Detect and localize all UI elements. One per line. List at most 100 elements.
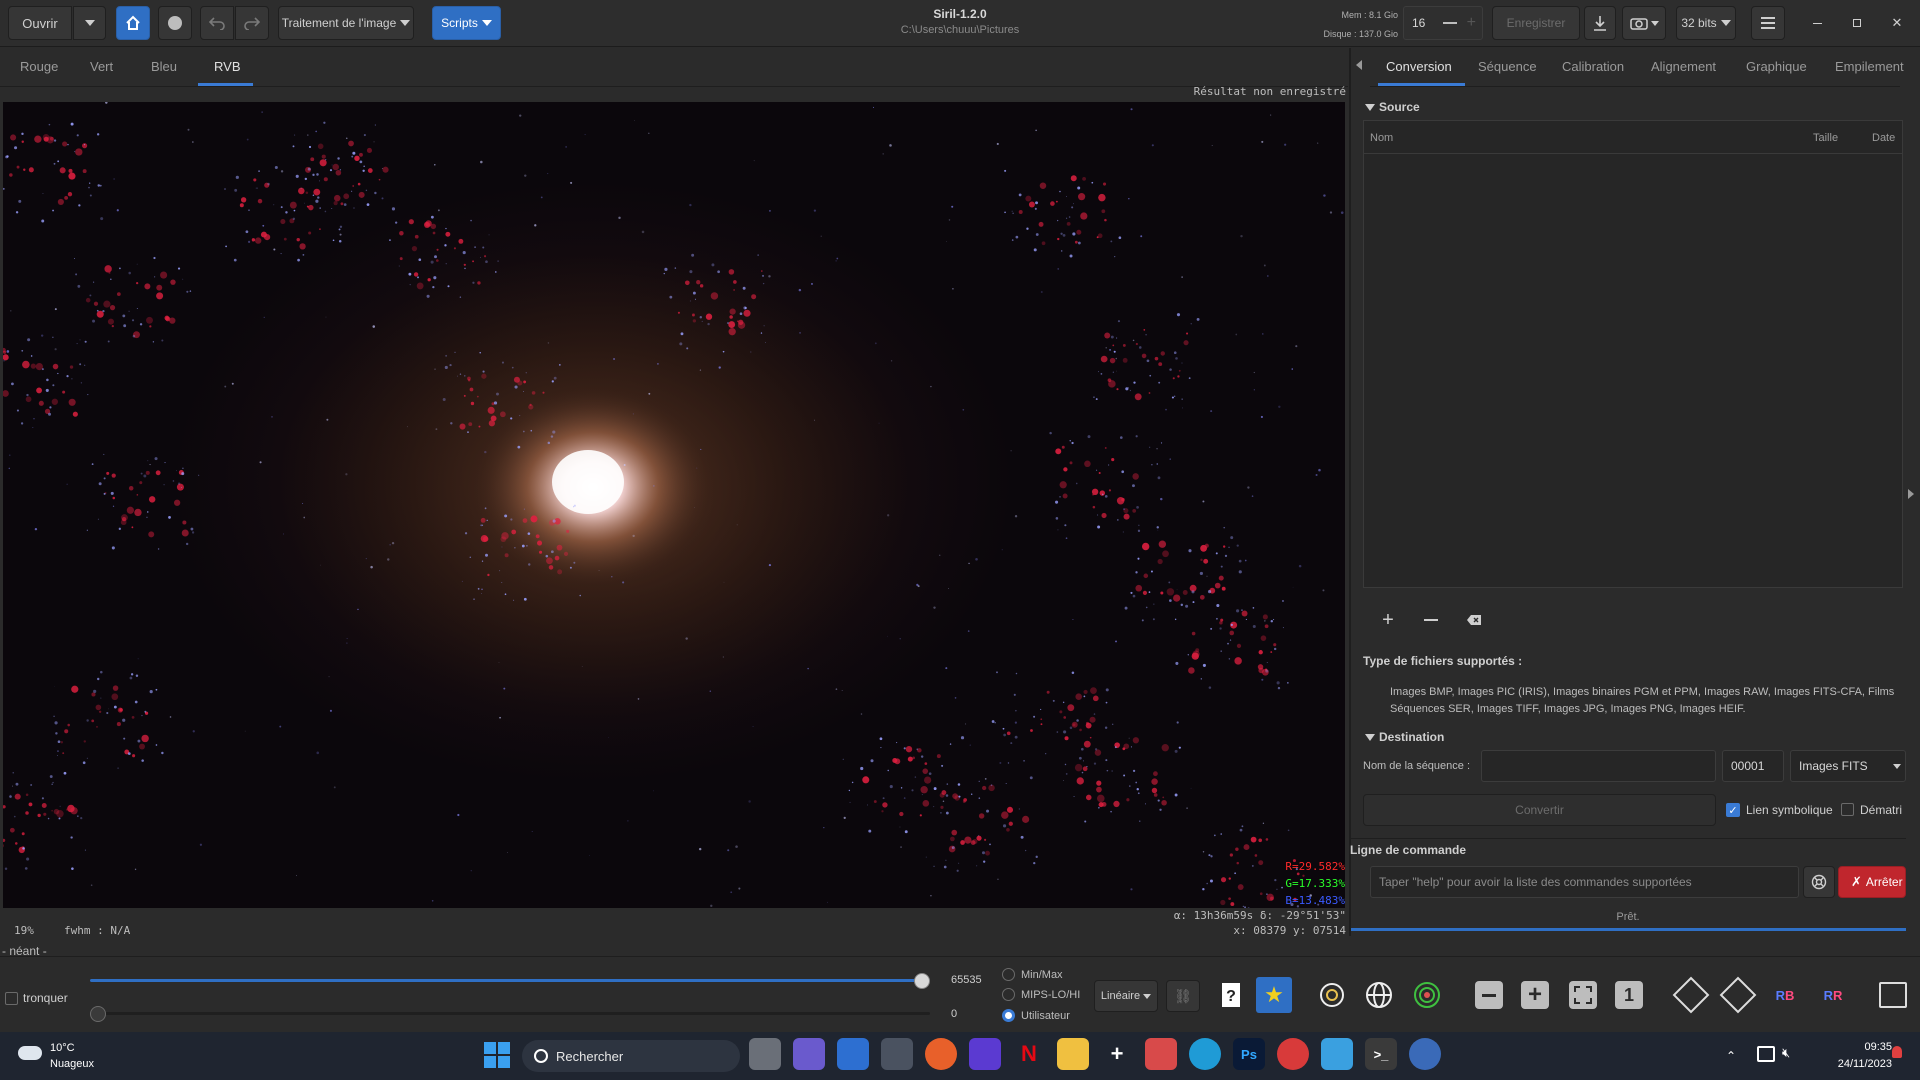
tab-stacking[interactable]: Empilement bbox=[1835, 50, 1904, 82]
tab-calibration[interactable]: Calibration bbox=[1562, 50, 1624, 82]
plus-app-icon[interactable]: + bbox=[1101, 1038, 1133, 1070]
high-slider-handle[interactable] bbox=[914, 973, 930, 989]
symlink-checkbox[interactable]: ✓ bbox=[1726, 803, 1740, 817]
clip-checkbox[interactable] bbox=[5, 992, 18, 1005]
start-index-input[interactable]: 00001 bbox=[1722, 750, 1784, 782]
notifications-icon[interactable] bbox=[1892, 1046, 1902, 1058]
star bbox=[514, 547, 516, 549]
scripts-menu[interactable]: Scripts bbox=[432, 6, 501, 40]
rotate-right-button[interactable] bbox=[1719, 976, 1757, 1014]
tool-button-1[interactable]: ? bbox=[1213, 977, 1249, 1013]
tab-blue[interactable]: Bleu bbox=[151, 50, 177, 82]
volume-muted-icon[interactable]: 🔇︎ bbox=[1782, 1045, 1790, 1061]
close-button[interactable]: ✕ bbox=[1880, 6, 1914, 40]
column-name[interactable]: Nom bbox=[1370, 132, 1393, 144]
snapshot-button[interactable] bbox=[1622, 6, 1666, 40]
tab-plot[interactable]: Graphique bbox=[1746, 50, 1807, 82]
tool-button-4[interactable] bbox=[1361, 977, 1397, 1013]
image-info-button[interactable] bbox=[1875, 977, 1911, 1013]
command-help-button[interactable] bbox=[1803, 866, 1835, 898]
firefox-icon[interactable] bbox=[925, 1038, 957, 1070]
column-size[interactable]: Taille bbox=[1813, 132, 1838, 144]
record-button[interactable] bbox=[158, 6, 192, 40]
bit-depth-selector[interactable]: 32 bits bbox=[1676, 6, 1736, 40]
netflix-icon[interactable]: N bbox=[1013, 1038, 1045, 1070]
threads-spinner[interactable]: 16 + bbox=[1403, 6, 1483, 40]
clear-list-button[interactable] bbox=[1463, 609, 1485, 631]
snipping-tool-icon[interactable] bbox=[1145, 1038, 1177, 1070]
mode-minmax-radio[interactable]: Min/Max bbox=[1002, 968, 1063, 981]
rotate-left-button[interactable] bbox=[1672, 976, 1710, 1014]
mode-user-radio[interactable]: Utilisateur bbox=[1002, 1009, 1070, 1022]
edge-icon[interactable] bbox=[1189, 1038, 1221, 1070]
tray-chevron-icon[interactable]: ⌃ bbox=[1726, 1049, 1736, 1063]
start-button[interactable] bbox=[484, 1042, 510, 1068]
teams-icon[interactable] bbox=[793, 1038, 825, 1070]
terminal-icon[interactable]: >_ bbox=[1365, 1038, 1397, 1070]
add-files-button[interactable]: + bbox=[1377, 609, 1399, 631]
mirror-x-button[interactable]: RB bbox=[1767, 977, 1803, 1013]
destination-expander[interactable]: Destination bbox=[1365, 730, 1444, 744]
tab-registration[interactable]: Alignement bbox=[1651, 50, 1716, 82]
save-button[interactable]: Enregistrer bbox=[1492, 6, 1580, 40]
collapse-panel-arrow[interactable] bbox=[1356, 60, 1362, 70]
file-explorer-icon[interactable] bbox=[1057, 1038, 1089, 1070]
low-slider-handle[interactable] bbox=[90, 1006, 106, 1022]
taskbar-search[interactable]: Rechercher bbox=[522, 1040, 740, 1072]
zoom-fit-button[interactable] bbox=[1565, 977, 1601, 1013]
tool-button-5[interactable] bbox=[1409, 977, 1445, 1013]
home-button[interactable] bbox=[116, 6, 150, 40]
column-date[interactable]: Date bbox=[1872, 132, 1895, 144]
link-channels-button[interactable]: ⛓ bbox=[1166, 980, 1200, 1012]
open-button[interactable]: Ouvrir bbox=[8, 6, 72, 40]
source-expander[interactable]: Source bbox=[1365, 100, 1420, 114]
photoshop-icon[interactable]: Ps bbox=[1233, 1038, 1265, 1070]
stop-button[interactable]: ✗ Arrêter bbox=[1838, 866, 1906, 898]
siril-icon[interactable] bbox=[1409, 1038, 1441, 1070]
redo-button[interactable] bbox=[235, 6, 269, 40]
tab-red[interactable]: Rouge bbox=[20, 50, 58, 82]
remove-file-button[interactable] bbox=[1420, 609, 1442, 631]
task-view-icon[interactable] bbox=[749, 1038, 781, 1070]
open-recent-dropdown[interactable] bbox=[73, 6, 106, 40]
notepad-icon[interactable] bbox=[1321, 1038, 1353, 1070]
tab-rgb[interactable]: RVB bbox=[214, 50, 241, 82]
image-viewer[interactable]: R=29.582% G=17.333% B=13.483% bbox=[3, 102, 1345, 908]
tab-green[interactable]: Vert bbox=[90, 50, 113, 82]
stretch-selector[interactable]: Linéaire bbox=[1094, 980, 1158, 1012]
low-slider[interactable] bbox=[90, 1006, 930, 1022]
clock-date[interactable]: 24/11/2023 bbox=[1800, 1058, 1892, 1070]
main-menu-button[interactable] bbox=[1751, 6, 1785, 40]
network-icon[interactable] bbox=[1757, 1046, 1775, 1062]
high-slider[interactable] bbox=[90, 973, 930, 989]
minus-icon[interactable] bbox=[1442, 22, 1457, 24]
undo-button[interactable] bbox=[200, 6, 234, 40]
mode-mips-radio[interactable]: MIPS-LO/HI bbox=[1002, 988, 1080, 1001]
tab-sequence[interactable]: Séquence bbox=[1478, 50, 1537, 82]
app-icon-red[interactable] bbox=[1277, 1038, 1309, 1070]
expand-panel-arrow[interactable] bbox=[1908, 489, 1914, 499]
clock-time[interactable]: 09:35 bbox=[1800, 1041, 1892, 1053]
sequence-name-input[interactable] bbox=[1481, 750, 1716, 782]
maximize-button[interactable] bbox=[1840, 6, 1874, 40]
image-processing-menu[interactable]: Traitement de l'image bbox=[278, 6, 414, 40]
convert-button[interactable]: Convertir bbox=[1363, 794, 1716, 826]
tool-button-2[interactable]: ★ bbox=[1256, 977, 1292, 1013]
calculator-icon[interactable] bbox=[881, 1038, 913, 1070]
minimize-button[interactable] bbox=[1800, 6, 1834, 40]
source-file-list[interactable]: Nom Taille Date bbox=[1363, 120, 1903, 588]
output-format-select[interactable]: Images FITS bbox=[1790, 750, 1906, 782]
command-input[interactable]: Taper "help" pour avoir la liste des com… bbox=[1370, 866, 1799, 898]
mirror-y-button[interactable]: RR bbox=[1815, 977, 1851, 1013]
tool-button-3[interactable] bbox=[1314, 977, 1350, 1013]
store-icon[interactable] bbox=[837, 1038, 869, 1070]
plus-icon[interactable]: + bbox=[1467, 14, 1476, 32]
zoom-in-button[interactable]: + bbox=[1517, 977, 1553, 1013]
weather-widget[interactable]: 10°C Nuageux bbox=[18, 1040, 108, 1074]
tab-conversion[interactable]: Conversion bbox=[1386, 50, 1452, 82]
zoom-out-button[interactable] bbox=[1471, 977, 1507, 1013]
music-app-icon[interactable] bbox=[969, 1038, 1001, 1070]
zoom-1-button[interactable]: 1 bbox=[1611, 977, 1647, 1013]
save-as-button[interactable] bbox=[1584, 6, 1616, 40]
debayer-checkbox[interactable] bbox=[1841, 803, 1854, 816]
